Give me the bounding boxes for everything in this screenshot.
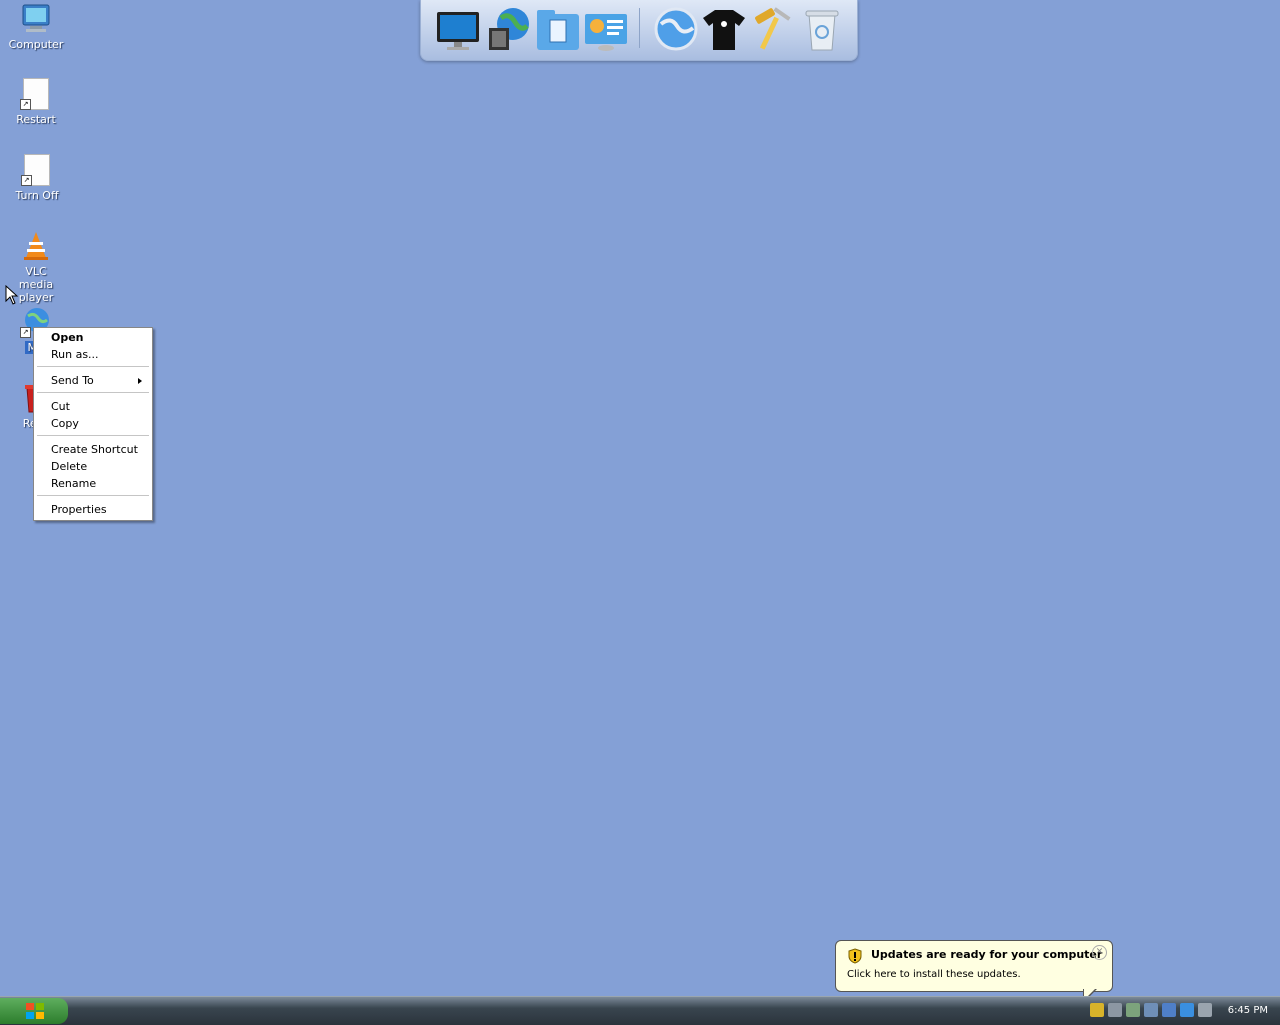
sync-icon[interactable] bbox=[1126, 1003, 1140, 1017]
menu-item-open[interactable]: Open bbox=[51, 330, 146, 346]
desktop-icon-label: Turn Off bbox=[15, 189, 59, 202]
app-icon[interactable] bbox=[1180, 1003, 1194, 1017]
app-dock bbox=[420, 0, 858, 61]
notification-text[interactable]: Click here to install these updates. bbox=[847, 969, 1021, 980]
settings-panel-icon[interactable] bbox=[583, 6, 629, 52]
menu-item-create-shortcut[interactable]: Create Shortcut bbox=[51, 442, 146, 458]
globe-film-icon[interactable] bbox=[487, 6, 533, 52]
window-icon[interactable] bbox=[1198, 1003, 1212, 1017]
menu-separator bbox=[37, 392, 149, 393]
chevron-right-icon bbox=[138, 378, 142, 384]
menu-item-properties[interactable]: Properties bbox=[51, 502, 146, 518]
vlc-cone-icon bbox=[20, 230, 52, 262]
menu-separator bbox=[37, 495, 149, 496]
notification-title: Updates are ready for your computer bbox=[871, 948, 1103, 961]
hammer-tools-icon[interactable] bbox=[749, 6, 795, 52]
shield-icon[interactable] bbox=[1090, 1003, 1104, 1017]
shield-warning-icon bbox=[848, 948, 862, 967]
system-tray: 6:45 PM bbox=[1086, 997, 1280, 1025]
recycle-bin-icon[interactable] bbox=[799, 6, 845, 52]
document-folder-icon[interactable] bbox=[535, 6, 581, 52]
device-icon[interactable] bbox=[1144, 1003, 1158, 1017]
network-icon[interactable] bbox=[1108, 1003, 1122, 1017]
windows-logo-icon bbox=[26, 1003, 44, 1019]
menu-separator bbox=[37, 435, 149, 436]
start-button[interactable] bbox=[0, 998, 68, 1024]
tshirt-icon[interactable] bbox=[701, 6, 747, 52]
mouse-cursor-icon bbox=[5, 284, 19, 308]
menu-item-label: Send To bbox=[51, 374, 94, 387]
desktop-icon-label: Computer bbox=[8, 38, 64, 51]
update-notification-balloon[interactable]: Updates are ready for your computer Clic… bbox=[835, 940, 1113, 992]
desktop-icon-computer[interactable]: Computer bbox=[1, 3, 71, 51]
document-shortcut-icon: ↗ bbox=[21, 154, 53, 186]
taskbar-clock[interactable]: 6:45 PM bbox=[1228, 1005, 1268, 1016]
menu-item-rename[interactable]: Rename bbox=[51, 476, 146, 492]
menu-item-delete[interactable]: Delete bbox=[51, 459, 146, 475]
desktop-icon-label: Restart bbox=[16, 113, 56, 126]
menu-item-run-as[interactable]: Run as... bbox=[51, 347, 146, 363]
desktop-icon-turn-off[interactable]: ↗ Turn Off bbox=[2, 154, 72, 202]
close-icon[interactable]: ✕ bbox=[1092, 945, 1107, 960]
taskbar: 6:45 PM bbox=[0, 996, 1280, 1025]
dock-separator bbox=[639, 8, 640, 48]
context-menu: Open Run as... Send To Cut Copy Create S… bbox=[33, 327, 153, 521]
computer-icon bbox=[20, 3, 52, 35]
internet-globe-icon[interactable] bbox=[653, 6, 699, 52]
document-shortcut-icon: ↗ bbox=[20, 78, 52, 110]
menu-item-copy[interactable]: Copy bbox=[51, 416, 146, 432]
display-icon[interactable] bbox=[1162, 1003, 1176, 1017]
menu-item-cut[interactable]: Cut bbox=[51, 399, 146, 415]
monitor-icon[interactable] bbox=[435, 6, 481, 52]
menu-separator bbox=[37, 366, 149, 367]
desktop-icon-restart[interactable]: ↗ Restart bbox=[1, 78, 71, 126]
menu-item-send-to[interactable]: Send To bbox=[51, 373, 146, 389]
